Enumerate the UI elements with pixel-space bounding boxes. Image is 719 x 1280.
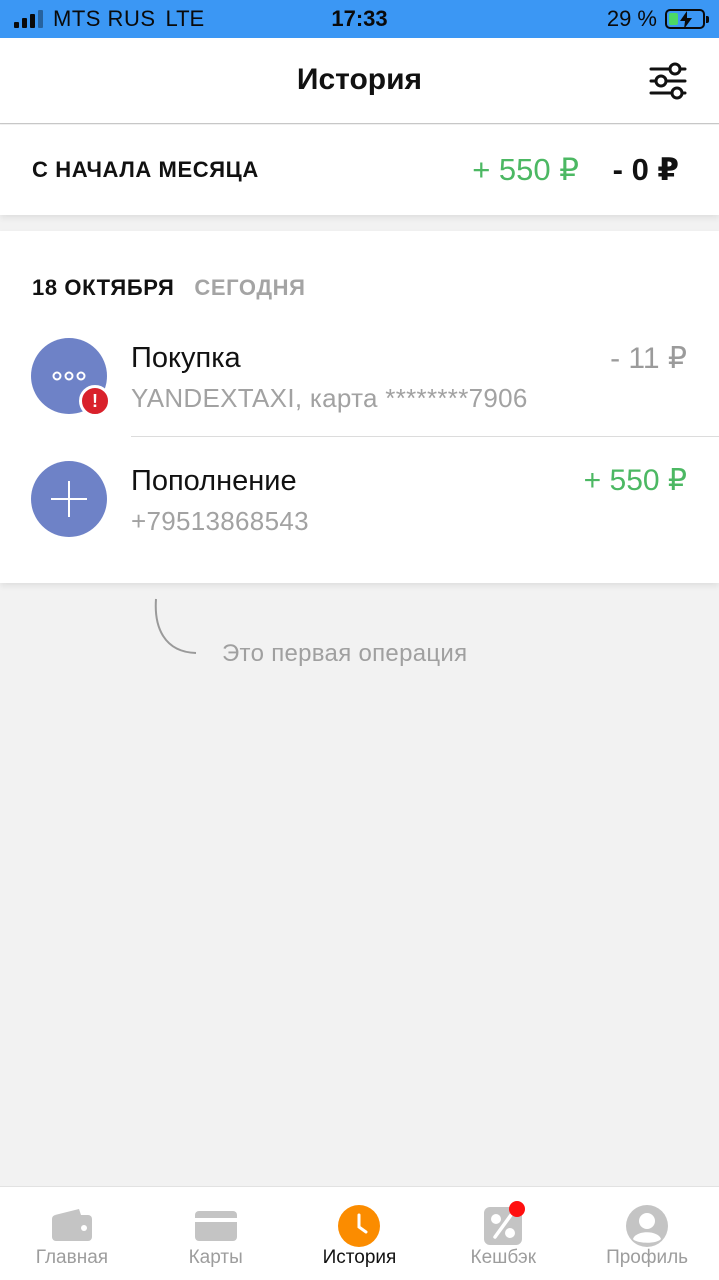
operation-divider — [131, 436, 719, 437]
operation-subtitle: +79513868543 — [131, 506, 309, 536]
battery-icon — [665, 9, 709, 29]
status-right: 29 % — [606, 0, 709, 38]
summary-expense: - 0 ₽ — [612, 152, 679, 187]
tab-label: Карты — [188, 1247, 243, 1268]
date-header: 18 ОКТЯБРЯ СЕГОДНЯ — [32, 275, 306, 301]
operation-title: Пополнение — [131, 465, 297, 497]
status-bar: MTS RUS LTE 17:33 29 % — [0, 0, 719, 38]
hint-connector — [154, 598, 197, 654]
tab-cashback[interactable]: Кешбэк — [431, 1187, 575, 1280]
app-header: История — [0, 38, 719, 124]
tab-label: Кешбэк — [470, 1247, 537, 1268]
clock-icon — [338, 1205, 381, 1247]
operation-amount: - 11 ₽ — [610, 342, 687, 375]
first-operation-hint: Это первая операция — [222, 640, 468, 667]
wallet-icon — [51, 1209, 92, 1241]
date-label: 18 ОКТЯБРЯ — [32, 275, 175, 300]
sliders-icon — [649, 62, 687, 100]
summary-income: + 550 ₽ — [472, 152, 579, 187]
error-badge-icon: ! — [79, 385, 111, 417]
plus-icon — [51, 481, 87, 517]
status-left: MTS RUS LTE — [14, 0, 204, 38]
tab-cards[interactable]: Карты — [144, 1187, 288, 1280]
operation-icon — [31, 461, 107, 537]
operation-amount: + 550 ₽ — [583, 464, 687, 497]
tab-bar: Главная Карты История Кешбэк Профиль — [0, 1186, 719, 1280]
tab-history[interactable]: История — [288, 1187, 432, 1280]
operation-subtitle: YANDEXTAXI, карта ********7906 — [131, 383, 528, 413]
operation-item-purchase[interactable]: ! Покупка YANDEXTAXI, карта ********7906… — [0, 323, 719, 443]
tab-home[interactable]: Главная — [0, 1187, 144, 1280]
network-type: LTE — [165, 6, 205, 31]
tab-label: Профиль — [606, 1247, 689, 1268]
summary-label: С НАЧАЛА МЕСЯЦА — [32, 157, 259, 182]
user-icon — [626, 1205, 669, 1247]
carrier-name: MTS RUS — [53, 6, 156, 31]
tab-profile[interactable]: Профиль — [575, 1187, 719, 1280]
battery-percent: 29 % — [606, 6, 657, 31]
charging-bolt-icon — [680, 11, 692, 29]
filter-button[interactable] — [647, 60, 689, 102]
operation-item-topup[interactable]: Пополнение +79513868543 + 550 ₽ — [0, 445, 719, 565]
month-summary: С НАЧАЛА МЕСЯЦА + 550 ₽ - 0 ₽ — [0, 125, 719, 215]
operation-title: Покупка — [131, 342, 241, 374]
tab-label: Главная — [35, 1247, 109, 1268]
date-relative: СЕГОДНЯ — [194, 275, 306, 300]
card-icon — [194, 1211, 237, 1241]
page-title: История — [296, 63, 423, 96]
operations-card: 18 ОКТЯБРЯ СЕГОДНЯ ! Покупка YANDEXTAXI, … — [0, 231, 719, 583]
tab-label: История — [322, 1247, 397, 1268]
signal-icon — [14, 10, 43, 28]
